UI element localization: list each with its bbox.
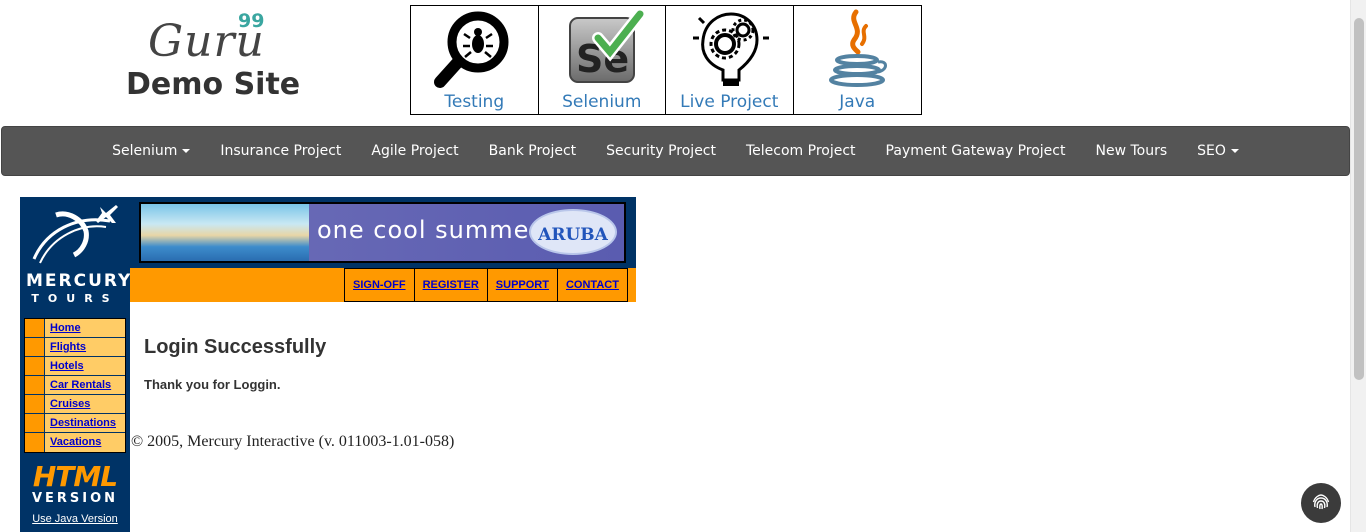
java-cup-icon [829, 9, 888, 87]
banner-photo [141, 204, 309, 261]
menu-item-vacations: Vacations [25, 433, 125, 452]
tile-testing[interactable]: Testing [411, 6, 539, 114]
use-java-version-link[interactable]: Use Java Version [20, 513, 130, 525]
menu-bullet [25, 395, 45, 413]
menu-bullet [25, 357, 45, 375]
sign-off-link[interactable]: SIGN-OFF [344, 268, 415, 302]
banner-area: one cool summer ARUBA [130, 197, 636, 268]
nav-item-bank-project[interactable]: Bank Project [474, 143, 592, 159]
aruba-banner[interactable]: one cool summer ARUBA [139, 202, 626, 263]
mercury-menu: Home Flights Hotels Car Rentals Cruises … [24, 318, 126, 453]
menu-item-cruises: Cruises [25, 395, 125, 414]
menu-item-home: Home [25, 319, 125, 338]
menu-bullet [25, 338, 45, 356]
page-scrollbar[interactable] [1350, 0, 1366, 532]
mercury-word: MERCURY [26, 271, 133, 291]
menu-bullet [25, 414, 45, 432]
tile-selenium[interactable]: Se Selenium [539, 6, 666, 114]
page-title: Login Successfully [144, 336, 327, 358]
menu-item-destinations: Destinations [25, 414, 125, 433]
selenium-check-icon: Se [568, 8, 644, 83]
tours-word: TOURS [31, 292, 119, 305]
menu-bullet [25, 433, 45, 452]
nav-item-seo[interactable]: SEO [1182, 143, 1254, 159]
mercury-tours-logo: MERCURY TOURS [26, 201, 133, 311]
menu-link-car-rentals[interactable]: Car Rentals [45, 376, 125, 394]
nav-item-payment-gateway-project[interactable]: Payment Gateway Project [871, 143, 1081, 159]
nav-item-security-project[interactable]: Security Project [591, 143, 731, 159]
tile-label-selenium: Selenium [562, 92, 642, 112]
menu-link-hotels[interactable]: Hotels [45, 357, 125, 375]
tile-label-live-project: Live Project [680, 92, 779, 112]
nav-item-insurance-project[interactable]: Insurance Project [205, 143, 356, 159]
main-navbar: Selenium Insurance Project Agile Project… [1, 126, 1350, 176]
contact-link[interactable]: CONTACT [557, 268, 628, 302]
logo-99-text: 99 [238, 10, 265, 32]
login-message: Thank you for Loggin. [144, 377, 281, 392]
lightbulb-gears-icon [693, 12, 770, 86]
menu-bullet [25, 319, 45, 337]
tile-java[interactable]: Java [794, 6, 922, 114]
register-link[interactable]: REGISTER [414, 268, 488, 302]
fingerprint-button[interactable] [1301, 483, 1341, 523]
nav-item-selenium[interactable]: Selenium [97, 143, 205, 159]
html-version-badge: HTML VERSION [20, 462, 130, 506]
menu-link-vacations[interactable]: Vacations [45, 433, 125, 452]
menu-item-hotels: Hotels [25, 357, 125, 376]
caret-down-icon [182, 149, 191, 153]
nav-item-new-tours[interactable]: New Tours [1080, 143, 1182, 159]
nav-label-seo: SEO [1197, 143, 1226, 159]
menu-link-destinations[interactable]: Destinations [45, 414, 125, 432]
menu-link-cruises[interactable]: Cruises [45, 395, 125, 413]
menu-bullet [25, 376, 45, 394]
menu-link-flights[interactable]: Flights [45, 338, 125, 356]
support-link[interactable]: SUPPORT [487, 268, 558, 302]
version-word: VERSION [31, 491, 119, 506]
magnifier-bug-icon [434, 11, 509, 88]
banner-text: one cool summer [317, 216, 541, 244]
html-word: HTML [32, 460, 118, 493]
nav-item-agile-project[interactable]: Agile Project [356, 143, 473, 159]
scrollbar-thumb[interactable] [1354, 18, 1364, 380]
guru99-logo[interactable]: Guru 99 Demo Site [126, 10, 300, 105]
menu-item-flights: Flights [25, 338, 125, 357]
tile-label-testing: Testing [444, 92, 505, 112]
tile-live-project[interactable]: Live Project [666, 6, 794, 114]
course-tiles: Testing Se Selenium Live Project Java [410, 5, 922, 115]
nav-label-selenium: Selenium [112, 143, 178, 159]
aruba-word: ARUBA [538, 225, 608, 245]
copyright-text: © 2005, Mercury Interactive (v. 011003-1… [131, 433, 455, 450]
caret-down-icon [1230, 149, 1239, 153]
fingerprint-icon [1312, 494, 1330, 510]
airplane-globe-icon [32, 205, 118, 264]
nav-item-telecom-project[interactable]: Telecom Project [731, 143, 871, 159]
mercury-sidebar: MERCURY TOURS Home Flights Hotels Car Re… [20, 197, 130, 532]
tile-label-java: Java [839, 92, 876, 112]
logo-subtitle: Demo Site [126, 67, 301, 102]
aruba-logo: ARUBA [529, 209, 617, 255]
menu-item-car-rentals: Car Rentals [25, 376, 125, 395]
top-links-bar: SIGN-OFF REGISTER SUPPORT CONTACT [130, 268, 636, 302]
menu-link-home[interactable]: Home [45, 319, 125, 337]
